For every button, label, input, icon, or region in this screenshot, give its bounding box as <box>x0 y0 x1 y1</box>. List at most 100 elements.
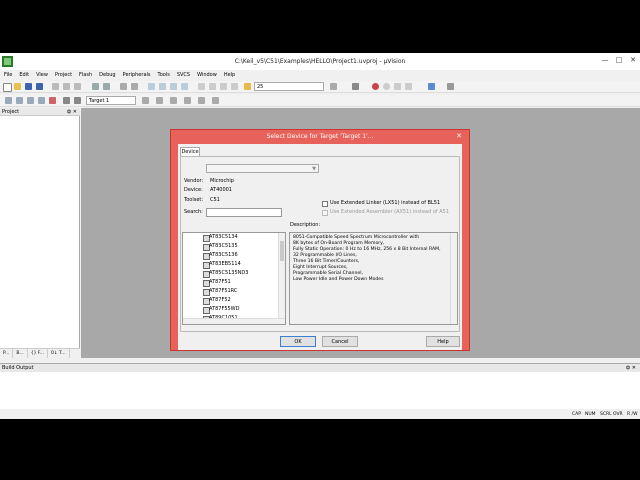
zoom-icon[interactable] <box>352 83 359 90</box>
list-item[interactable]: AT87F51RC <box>209 287 237 296</box>
indent-icon[interactable] <box>198 83 205 90</box>
assembler-checkbox-label: Use Extended Assembler (AX51) instead of… <box>330 209 450 215</box>
paste-icon[interactable] <box>74 83 81 90</box>
select-packs-icon[interactable] <box>184 97 191 104</box>
clear-bookmarks-icon[interactable] <box>181 83 188 90</box>
list-item[interactable]: AT87F52 <box>209 296 231 305</box>
rebuild-icon[interactable] <box>27 97 34 104</box>
nav-back-icon[interactable] <box>120 83 127 90</box>
menu-tools[interactable]: Tools <box>158 72 170 78</box>
breakpoint-icon[interactable] <box>372 83 379 90</box>
menu-debug[interactable]: Debug <box>99 72 115 78</box>
kill-breakpoints-icon[interactable] <box>394 83 401 90</box>
copy-icon[interactable] <box>63 83 70 90</box>
bookmark-icon[interactable] <box>148 83 155 90</box>
list-item[interactable]: AT83C5135 <box>209 242 238 251</box>
batch-build-icon[interactable] <box>38 97 45 104</box>
nav-forward-icon[interactable] <box>131 83 138 90</box>
manage-project-items-icon[interactable] <box>170 97 177 104</box>
description-scrollbar[interactable] <box>450 233 457 324</box>
list-item[interactable]: AT87F55WD <box>209 305 239 314</box>
pin-icon[interactable]: ф <box>67 109 71 115</box>
device-database-dropdown[interactable]: ▼ <box>206 164 319 173</box>
menu-help[interactable]: Help <box>224 72 235 78</box>
open-folder-icon[interactable] <box>14 83 21 90</box>
menu-project[interactable]: Project <box>55 72 72 78</box>
save-all-icon[interactable] <box>36 83 43 90</box>
vendor-value: Microchip <box>210 178 234 184</box>
description-label: Description: <box>290 222 321 228</box>
menu-view[interactable]: View <box>36 72 48 78</box>
load-icon[interactable] <box>63 97 70 104</box>
list-item[interactable]: AT83C5134 <box>209 233 238 242</box>
build-icon[interactable] <box>16 97 23 104</box>
find-icon[interactable] <box>330 83 337 90</box>
find-combo[interactable]: 25 <box>254 82 324 91</box>
next-bookmark-icon[interactable] <box>170 83 177 90</box>
help-button[interactable]: Help <box>426 336 460 347</box>
close-icon[interactable]: ✕ <box>632 365 636 371</box>
file-toolbar: 25 <box>0 81 640 93</box>
new-file-icon[interactable] <box>3 83 12 92</box>
target-select[interactable]: Target 1 <box>86 96 136 105</box>
disable-breakpoint-icon[interactable] <box>383 83 390 90</box>
menu-edit[interactable]: Edit <box>19 72 29 78</box>
linker-checkbox[interactable] <box>322 201 328 207</box>
save-icon[interactable] <box>25 83 32 90</box>
device-list-scrollbar[interactable] <box>278 233 285 324</box>
undo-icon[interactable] <box>92 83 99 90</box>
tab-project[interactable]: P... <box>0 349 14 358</box>
menu-peripherals[interactable]: Peripherals <box>123 72 151 78</box>
device-list-hscrollbar[interactable] <box>183 318 285 324</box>
cancel-button[interactable]: Cancel <box>322 336 358 347</box>
dialog-close-icon[interactable]: ✕ <box>453 132 465 141</box>
vendor-label: Vendor: <box>184 178 204 184</box>
build-output-buttons: ф ✕ <box>626 364 636 372</box>
search-input[interactable] <box>206 208 282 217</box>
close-button[interactable]: ✕ <box>626 53 640 67</box>
cut-icon[interactable] <box>52 83 59 90</box>
prev-bookmark-icon[interactable] <box>159 83 166 90</box>
list-item[interactable]: AT83C5136 <box>209 251 238 260</box>
tab-templates[interactable]: 0↓ T... <box>48 349 70 358</box>
scrollbar-thumb[interactable] <box>280 241 284 261</box>
uncomment-icon[interactable] <box>231 83 238 90</box>
redo-icon[interactable] <box>103 83 110 90</box>
tab-functions[interactable]: {} F... <box>28 349 49 358</box>
pin-icon[interactable]: ф <box>626 365 630 371</box>
list-item[interactable]: AT87F51 <box>209 278 231 287</box>
tab-device[interactable]: Device <box>180 147 200 156</box>
status-scrl: SCRL <box>600 412 612 417</box>
project-panel-buttons: ф ✕ <box>67 108 77 116</box>
pack-installer-icon[interactable] <box>198 97 205 104</box>
disable-all-breakpoints-icon[interactable] <box>405 83 412 90</box>
menu-flash[interactable]: Flash <box>79 72 92 78</box>
assembler-checkbox[interactable] <box>322 210 328 216</box>
window-layout-icon[interactable] <box>428 83 435 90</box>
minimize-button[interactable]: — <box>598 53 612 67</box>
device-list[interactable]: AT83C5134 AT83C5135 AT83C5136 AT83EB5114… <box>182 232 286 325</box>
translate-icon[interactable] <box>5 97 12 104</box>
tab-books[interactable]: B... <box>13 349 28 358</box>
target-options-icon[interactable] <box>142 97 149 104</box>
comment-icon[interactable] <box>220 83 227 90</box>
menu-window[interactable]: Window <box>197 72 217 78</box>
menu-svcs[interactable]: SVCS <box>177 72 190 78</box>
list-item[interactable]: AT83EB5114 <box>209 260 241 269</box>
uvision-app-icon <box>2 56 13 67</box>
dialog-body: Device ▼ Vendor: Microchip Device: AT400… <box>178 144 462 350</box>
manage-components-icon[interactable] <box>156 97 163 104</box>
window-titlebar: C:\Keil_v5\C51\Examples\HELLO\Project1.u… <box>0 53 640 70</box>
list-item[interactable]: AT85C5135ND3 <box>209 269 248 278</box>
stop-build-icon[interactable] <box>49 97 56 104</box>
unindent-icon[interactable] <box>209 83 216 90</box>
maximize-button[interactable]: □ <box>612 53 626 67</box>
runtime-env-icon[interactable] <box>212 97 219 104</box>
find-in-files-icon[interactable] <box>244 83 251 90</box>
description-box: 8051-Compatible Speed Spectrum Microcont… <box>289 232 458 325</box>
configure-icon[interactable] <box>447 83 454 90</box>
menu-file[interactable]: File <box>4 72 12 78</box>
ok-button[interactable]: OK <box>280 336 316 347</box>
close-icon[interactable]: ✕ <box>73 109 77 115</box>
options-icon[interactable] <box>74 97 81 104</box>
